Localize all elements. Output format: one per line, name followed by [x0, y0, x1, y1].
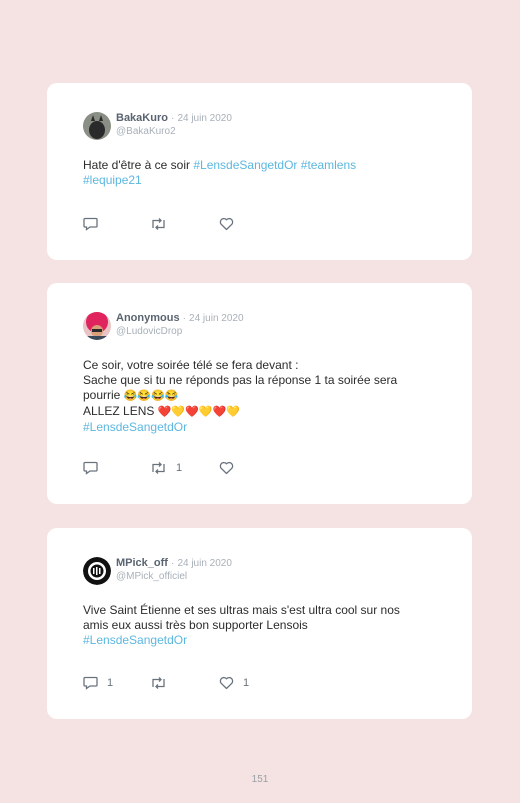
like-button[interactable]: 1 — [219, 675, 249, 691]
retweet-arrows-icon — [150, 676, 167, 690]
hashtag-link[interactable]: #lequipe21 — [83, 173, 142, 187]
avatar[interactable] — [83, 557, 111, 585]
heart-icon — [219, 676, 234, 690]
tweet-actions — [83, 216, 283, 232]
user-handle[interactable]: @LudovicDrop — [116, 326, 182, 338]
reply-button[interactable] — [83, 216, 107, 232]
hashtag-link[interactable]: #LensdeSangetdOr — [83, 633, 187, 647]
user-name[interactable]: BakaKuro — [116, 112, 168, 124]
tweet-text-line: ALLEZ LENS — [83, 404, 155, 418]
retweet-button[interactable]: 1 — [150, 460, 182, 476]
tweet-text-line: pourrie — [83, 388, 121, 402]
hashtag-link[interactable]: #teamlens — [301, 158, 356, 172]
tweet-date: 24 juin 2020 — [189, 313, 244, 324]
separator-dot: · — [171, 558, 175, 569]
user-name[interactable]: MPick_off — [116, 557, 168, 569]
heart-icon — [219, 217, 234, 231]
tweet-text: Vive Saint Étienne et ses ultras mais s'… — [83, 603, 453, 648]
reply-button[interactable] — [83, 460, 107, 476]
tweet-text-part: Hate d'être à ce soir — [83, 158, 194, 172]
tweet-text: Ce soir, votre soirée télé se fera devan… — [83, 358, 453, 435]
user-name[interactable]: Anonymous — [116, 312, 180, 324]
retweet-arrows-icon — [150, 217, 167, 231]
retweet-button[interactable] — [150, 675, 176, 691]
separator-dot: · — [182, 313, 186, 324]
reply-count: 1 — [107, 677, 114, 689]
tweet-text: Hate d'être à ce soir #LensdeSangetdOr #… — [83, 158, 453, 188]
speech-bubble-icon — [83, 676, 98, 690]
tweet-date: 24 juin 2020 — [177, 113, 232, 124]
avatar[interactable] — [83, 312, 111, 340]
retweet-count: 1 — [176, 462, 183, 474]
hashtag-link[interactable]: #LensdeSangetdOr — [83, 420, 187, 434]
tweet-header: Anonymous · 24 juin 2020 — [116, 312, 244, 325]
page-number: 151 — [251, 774, 269, 785]
retweet-button[interactable] — [150, 216, 176, 232]
speech-bubble-icon — [83, 461, 98, 475]
tweet-text-line: amis eux aussi très bon supporter Lensoi… — [83, 618, 308, 632]
hashtag-link[interactable]: #LensdeSangetdOr — [193, 158, 297, 172]
like-button[interactable] — [219, 216, 243, 232]
user-handle[interactable]: @BakaKuro2 — [116, 126, 176, 138]
tweet-header: MPick_off · 24 juin 2020 — [116, 557, 232, 570]
speech-bubble-icon — [83, 217, 98, 231]
tweet-text-line: Sache que si tu ne réponds pas la répons… — [83, 373, 398, 387]
tweet-card: MPick_off · 24 juin 2020 @MPick_officiel… — [47, 528, 472, 719]
tweet-date: 24 juin 2020 — [177, 558, 232, 569]
reply-button[interactable]: 1 — [83, 675, 113, 691]
tweet-card: Anonymous · 24 juin 2020 @LudovicDrop Ce… — [47, 283, 472, 504]
emoji-text: 😂😂😂😂 — [123, 390, 179, 402]
avatar[interactable] — [83, 112, 111, 140]
like-button[interactable] — [219, 460, 243, 476]
emoji-text: ❤️💛❤️💛❤️💛 — [157, 406, 240, 418]
tweet-card: BakaKuro · 24 juin 2020 @BakaKuro2 Hate … — [47, 83, 472, 260]
retweet-arrows-icon — [150, 461, 167, 475]
tweet-actions: 1 — [83, 460, 283, 476]
tweet-text-line: Vive Saint Étienne et ses ultras mais s'… — [83, 603, 400, 617]
tweet-actions: 1 1 — [83, 675, 283, 691]
heart-icon — [219, 461, 234, 475]
tweet-text-line: Ce soir, votre soirée télé se fera devan… — [83, 358, 299, 372]
user-handle[interactable]: @MPick_officiel — [116, 571, 187, 583]
like-count: 1 — [243, 677, 250, 689]
tweet-header: BakaKuro · 24 juin 2020 — [116, 112, 232, 125]
separator-dot: · — [171, 113, 175, 124]
